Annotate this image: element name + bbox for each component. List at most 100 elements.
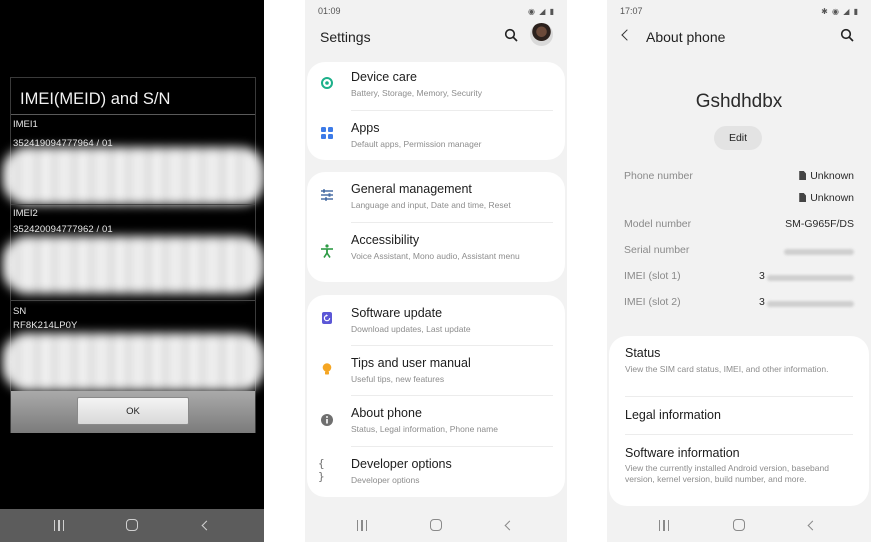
- item-title: Accessibility: [351, 233, 420, 247]
- divider: [625, 396, 853, 397]
- model-number-value: SM-G965F/DS: [785, 218, 854, 230]
- imei2-barcode: [3, 236, 264, 294]
- item-subtitle: Useful tips, new features: [351, 374, 445, 384]
- settings-item-apps[interactable]: Apps Default apps, Permission manager: [307, 112, 565, 160]
- item-title: Developer options: [351, 457, 452, 471]
- item-subtitle: Download updates, Last update: [351, 324, 471, 334]
- item-title: About phone: [351, 406, 422, 420]
- about-links-card: Status View the SIM card status, IMEI, a…: [609, 336, 869, 506]
- status-bar: 17:07 ✱ ◉ ◢ ▮: [620, 4, 859, 18]
- settings-item-general-management[interactable]: General management Language and input, D…: [307, 172, 565, 220]
- row-divider: [11, 204, 255, 205]
- info-icon: [321, 414, 333, 426]
- recent-apps-icon[interactable]: [355, 517, 369, 533]
- navigation-bar: [305, 509, 567, 542]
- about-phone-screen: 17:07 ✱ ◉ ◢ ▮ About phone Gshdhdbx Edit …: [607, 0, 871, 542]
- divider: [351, 110, 553, 111]
- divider: [625, 434, 853, 435]
- home-icon[interactable]: [732, 517, 745, 533]
- phone-number-value: Unknown: [799, 192, 854, 204]
- item-title: Tips and user manual: [351, 356, 471, 370]
- page-title: About phone: [646, 29, 726, 45]
- imei-slot2-redacted: [767, 301, 854, 307]
- phone-number-2: Unknown: [810, 192, 854, 204]
- home-icon[interactable]: [125, 517, 138, 533]
- search-icon[interactable]: [840, 28, 854, 42]
- item-subtitle: Default apps, Permission manager: [351, 139, 482, 149]
- item-title: Apps: [351, 121, 380, 135]
- back-arrow-icon[interactable]: [621, 29, 633, 41]
- status-item[interactable]: Status View the SIM card status, IMEI, a…: [609, 336, 869, 394]
- settings-item-software-update[interactable]: Software update Download updates, Last u…: [307, 295, 565, 343]
- status-time: 17:07: [620, 6, 643, 16]
- apps-icon: [321, 127, 333, 139]
- recent-apps-icon[interactable]: [52, 517, 66, 533]
- imei-slot1-prefix: 3: [759, 270, 765, 282]
- serial-number-label: Serial number: [624, 244, 690, 256]
- ok-button[interactable]: OK: [77, 397, 189, 425]
- software-update-icon: [322, 312, 332, 324]
- home-icon[interactable]: [429, 517, 442, 533]
- navigation-bar: [0, 509, 264, 542]
- search-icon[interactable]: [504, 28, 518, 42]
- status-time: 01:09: [318, 6, 341, 16]
- dialog-button-bar: OK: [11, 391, 255, 433]
- item-subtitle: Status, Legal information, Phone name: [351, 424, 498, 434]
- sn-barcode: [3, 333, 264, 391]
- divider: [351, 395, 553, 396]
- imei-dialog: IMEI(MEID) and S/N IMEI1 352419094777964…: [3, 77, 264, 433]
- settings-card: General management Language and input, D…: [307, 172, 565, 282]
- settings-item-device-care[interactable]: Device care Battery, Storage, Memory, Se…: [307, 62, 565, 110]
- avatar[interactable]: [530, 23, 553, 46]
- sim-card-icon: [799, 171, 807, 180]
- serial-number-redacted: [784, 249, 854, 255]
- settings-screen: 01:09 ◉ ◢ ▮ Settings Device care Battery…: [305, 0, 567, 542]
- status-bar: 01:09 ◉ ◢ ▮: [318, 4, 555, 18]
- phone-number-label: Phone number: [624, 170, 693, 182]
- status-icons: ✱ ◉ ◢ ▮: [821, 6, 859, 16]
- item-title: Software update: [351, 306, 443, 320]
- item-title: Status: [625, 346, 661, 360]
- settings-card: Device care Battery, Storage, Memory, Se…: [307, 62, 565, 160]
- back-icon[interactable]: [806, 517, 818, 533]
- settings-item-accessibility[interactable]: Accessibility Voice Assistant, Mono audi…: [307, 224, 565, 282]
- navigation-bar: [607, 509, 871, 542]
- back-icon[interactable]: [503, 517, 515, 533]
- sn-value: RF8K214LP0Y: [13, 320, 78, 331]
- lightbulb-icon: [322, 363, 332, 375]
- device-name: Gshdhdbx: [695, 91, 783, 112]
- braces-icon: { }: [318, 457, 325, 483]
- status-icons: ◉ ◢ ▮: [528, 6, 555, 16]
- model-number-label: Model number: [624, 218, 692, 230]
- imei2-label: IMEI2: [13, 208, 38, 219]
- recent-apps-icon[interactable]: [657, 517, 671, 533]
- imei1-barcode: [3, 147, 264, 205]
- item-subtitle: Battery, Storage, Memory, Security: [351, 88, 483, 98]
- item-subtitle: Language and input, Date and time, Reset: [351, 200, 511, 210]
- imei2-value: 352420094777962 / 01: [13, 224, 113, 235]
- settings-item-developer-options[interactable]: { } Developer options Developer options: [307, 448, 565, 496]
- item-subtitle: View the SIM card status, IMEI, and othe…: [625, 364, 829, 374]
- row-divider: [11, 300, 255, 301]
- page-title: Settings: [320, 29, 371, 45]
- legal-information-item[interactable]: Legal information: [609, 398, 869, 434]
- phone-number-1: Unknown: [810, 170, 854, 182]
- item-subtitle: Voice Assistant, Mono audio, Assistant m…: [351, 251, 520, 261]
- edit-button[interactable]: Edit: [714, 126, 762, 150]
- settings-item-about-phone[interactable]: About phone Status, Legal information, P…: [307, 397, 565, 445]
- settings-card: Software update Download updates, Last u…: [307, 295, 565, 497]
- item-title: Device care: [351, 70, 417, 84]
- dialog-title: IMEI(MEID) and S/N: [20, 90, 171, 108]
- settings-item-tips[interactable]: Tips and user manual Useful tips, new fe…: [307, 347, 565, 395]
- divider: [351, 345, 553, 346]
- sim-card-icon: [799, 193, 807, 202]
- imei-screen: IMEI(MEID) and S/N IMEI1 352419094777964…: [0, 0, 264, 542]
- item-title: Legal information: [625, 408, 721, 422]
- back-icon[interactable]: [200, 517, 212, 533]
- imei-slot1-label: IMEI (slot 1): [624, 270, 681, 282]
- software-information-item[interactable]: Software information View the currently …: [609, 436, 869, 506]
- item-subtitle: Developer options: [351, 475, 420, 485]
- imei1-label: IMEI1: [13, 119, 38, 130]
- imei-slot2-label: IMEI (slot 2): [624, 296, 681, 308]
- device-care-icon: [321, 77, 333, 89]
